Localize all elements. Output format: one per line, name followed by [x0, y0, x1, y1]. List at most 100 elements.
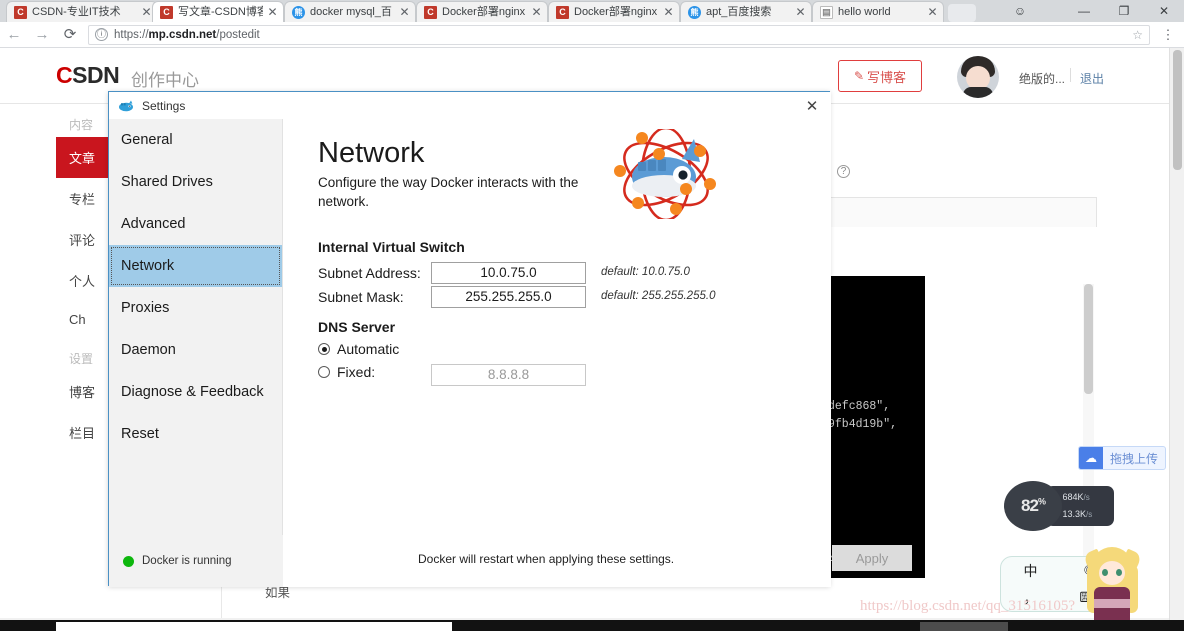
radio-automatic-icon[interactable] — [318, 343, 330, 355]
apply-button[interactable]: Apply — [832, 545, 912, 571]
browser-tab-strip: C CSDN-专业IT技术 ✕ C 写文章-CSDN博客 ✕ 熊 docker … — [0, 0, 1184, 22]
csdn-subtitle: 创作中心 — [131, 71, 199, 90]
subnet-address-default: default: 10.0.75.0 — [601, 266, 690, 278]
nav-item-network[interactable]: Network — [109, 245, 282, 287]
upload-rate-value: 684K — [1062, 492, 1084, 502]
nav-item-diagnose-feedback[interactable]: Diagnose & Feedback — [109, 371, 282, 413]
docker-status: Docker is running — [109, 535, 283, 587]
drag-upload-label: 拖拽上传 — [1109, 451, 1158, 466]
browser-tab-3[interactable]: C Docker部署nginx ✕ — [416, 1, 548, 22]
dns-automatic-label: Automatic — [337, 341, 400, 357]
bookmark-star-icon[interactable]: ☆ — [1127, 28, 1143, 42]
document-icon: ▤ — [820, 5, 833, 19]
nav-item-proxies[interactable]: Proxies — [109, 287, 282, 329]
csdn-logo[interactable]: CSDN — [56, 62, 120, 89]
radio-fixed-icon[interactable] — [318, 366, 330, 378]
tab-close-icon[interactable]: ✕ — [398, 5, 411, 19]
nav-item-shared-drives[interactable]: Shared Drives — [109, 161, 282, 203]
tab-close-icon[interactable]: ✕ — [926, 5, 939, 19]
ime-language-toggle[interactable]: 中 — [1024, 561, 1038, 581]
dialog-title-bar[interactable]: Settings ✕ — [109, 92, 831, 119]
page-description: Configure the way Docker interacts with … — [318, 175, 579, 209]
drag-upload-button[interactable]: ☁ 拖拽上传 — [1078, 446, 1166, 470]
browser-menu-icon[interactable]: ⋮ — [1158, 27, 1178, 43]
taskbar[interactable] — [0, 620, 1184, 631]
close-window-button[interactable]: ✕ — [1144, 0, 1184, 22]
subnet-address-label: Subnet Address: — [318, 265, 421, 281]
tab-close-icon[interactable]: ✕ — [530, 5, 543, 19]
logout-link[interactable]: 退出 — [1080, 70, 1104, 87]
watermark: https://blog.csdn.net/qq_31516105? — [860, 598, 1075, 614]
subnet-address-input[interactable]: 10.0.75.0 — [431, 262, 586, 284]
docker-network-whale-icon — [614, 126, 718, 222]
site-info-icon[interactable]: ⓘ — [95, 28, 108, 41]
nav-item-daemon[interactable]: Daemon — [109, 329, 282, 371]
avatar[interactable] — [957, 56, 999, 98]
forward-icon[interactable]: → — [28, 22, 56, 48]
subnet-mask-default: default: 255.255.255.0 — [601, 290, 716, 302]
dns-fixed-input[interactable]: 8.8.8.8 — [431, 364, 586, 386]
tab-title: Docker部署nginx — [574, 5, 658, 18]
network-monitor-widget[interactable]: ▲ 684K/s ▼ 13.3K/s 82% — [1004, 481, 1114, 531]
tab-title: apt_百度搜索 — [706, 5, 772, 18]
address-bar[interactable]: ⓘ https://mp.csdn.net/postedit ☆ — [88, 24, 1150, 45]
dialog-nav: General Shared Drives Advanced Network P… — [109, 119, 283, 587]
upload-rate-unit: /s — [1083, 493, 1090, 502]
minimize-button[interactable]: — — [1064, 0, 1104, 22]
browser-tab-5[interactable]: 熊 apt_百度搜索 ✕ — [680, 1, 812, 22]
dialog-body: Network Configure the way Docker interac… — [283, 119, 831, 587]
dialog-footer: Docker will restart when applying these … — [283, 533, 912, 585]
nav-item-advanced[interactable]: Advanced — [109, 203, 282, 245]
write-blog-button[interactable]: ✎ 写博客 — [838, 60, 922, 92]
csdn-icon: C — [14, 5, 27, 19]
nav-item-general[interactable]: General — [109, 119, 282, 161]
profile-icon[interactable]: ☺ — [1000, 0, 1040, 22]
tab-close-icon[interactable]: ✕ — [266, 5, 279, 19]
tab-close-icon[interactable]: ✕ — [794, 5, 807, 19]
code-line: defc868", — [828, 400, 891, 413]
browser-tab-1[interactable]: C 写文章-CSDN博客 ✕ — [152, 1, 284, 22]
csdn-icon: C — [160, 5, 173, 19]
section-heading-dns-server: DNS Server — [318, 319, 396, 335]
user-name[interactable]: 绝版的... — [1019, 70, 1065, 87]
tab-title: docker mysql_百 — [310, 5, 392, 18]
nav-item-reset[interactable]: Reset — [109, 413, 282, 455]
cpu-usage-value: 82 — [1021, 496, 1039, 515]
tab-title: Docker部署nginx — [442, 5, 526, 18]
close-icon[interactable]: ✕ — [793, 92, 831, 119]
browser-toolbar: ← → ⟳ ⓘ https://mp.csdn.net/postedit ☆ ⋮ — [0, 22, 1184, 48]
subnet-mask-input[interactable]: 255.255.255.0 — [431, 286, 586, 308]
code-line: 9fb4d19b", — [828, 418, 898, 431]
back-icon[interactable]: ← — [0, 22, 28, 48]
docker-settings-dialog: Settings ✕ General Shared Drives Advance… — [108, 91, 912, 587]
dns-automatic-option[interactable]: Automatic — [318, 341, 399, 357]
tab-title: 写文章-CSDN博客 — [178, 5, 263, 18]
browser-tab-0[interactable]: C CSDN-专业IT技术 ✕ — [6, 1, 158, 22]
new-tab-button[interactable] — [948, 4, 976, 22]
desktop-mascot[interactable] — [1082, 543, 1143, 629]
browser-tab-6[interactable]: ▤ hello world ✕ — [812, 1, 944, 22]
maximize-button[interactable]: ❐ — [1104, 0, 1144, 22]
baidu-icon: 熊 — [292, 5, 305, 19]
browser-tab-2[interactable]: 熊 docker mysql_百 ✕ — [284, 1, 416, 22]
address-text: https://mp.csdn.net/postedit — [114, 28, 260, 41]
question-mark-icon[interactable]: ? — [837, 165, 850, 178]
docker-whale-icon — [118, 99, 135, 112]
browser-tab-4[interactable]: C Docker部署nginx ✕ — [548, 1, 680, 22]
code-block: defc868", 9fb4d19b", 4584525 — [825, 276, 925, 578]
dialog-title: Settings — [142, 98, 186, 113]
download-rate-unit: /s — [1085, 510, 1093, 519]
baidu-icon: 熊 — [688, 5, 701, 19]
dns-fixed-label: Fixed: — [337, 364, 376, 380]
editor-scrollbar[interactable] — [1083, 284, 1094, 584]
page-scrollbar[interactable]: ▲ ▼ — [1169, 48, 1184, 631]
tab-close-icon[interactable]: ✕ — [662, 5, 675, 19]
divider — [1070, 68, 1071, 82]
tab-title: CSDN-专业IT技术 — [32, 5, 121, 18]
reload-icon[interactable]: ⟳ — [56, 22, 84, 48]
page-title: Network — [318, 137, 425, 169]
tab-title: hello world — [838, 5, 891, 18]
scrollbar-thumb[interactable] — [1173, 50, 1182, 170]
cloud-upload-icon: ☁ — [1079, 447, 1103, 469]
dns-fixed-option[interactable]: Fixed: — [318, 364, 375, 380]
